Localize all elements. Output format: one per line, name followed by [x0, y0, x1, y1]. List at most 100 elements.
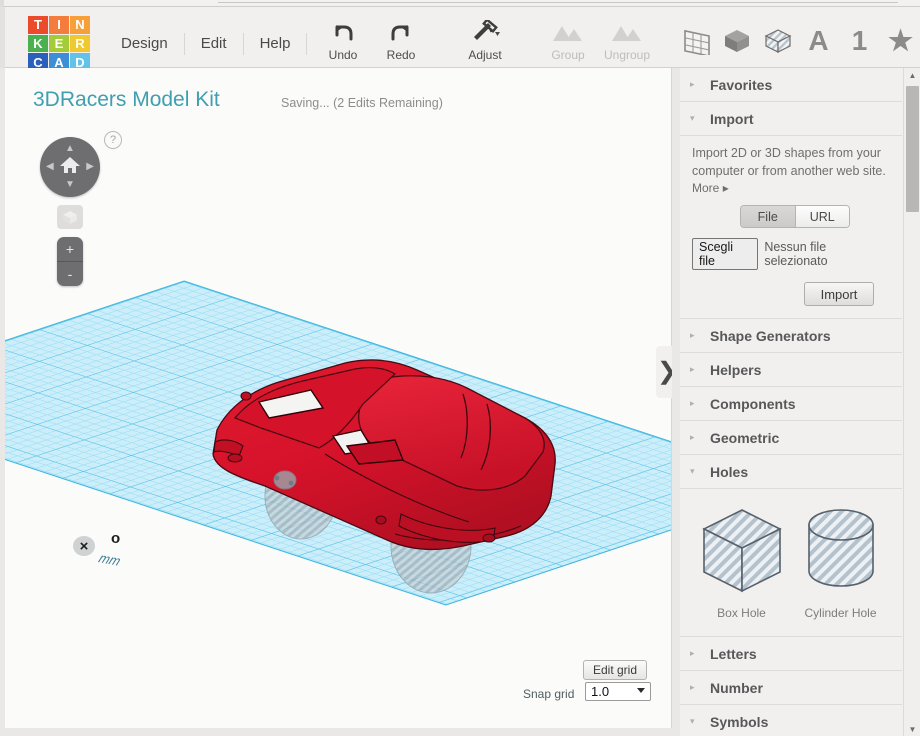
scrollbar-thumb[interactable]	[906, 86, 919, 212]
redo-label: Redo	[370, 48, 432, 62]
save-status: Saving... (2 Edits Remaining)	[281, 96, 443, 110]
origin-marker-icon: ×	[73, 536, 95, 556]
logo-tile-k: K	[28, 35, 48, 53]
zoom-in-button[interactable]: +	[57, 237, 83, 261]
shape-tile-cylinder-hole[interactable]: Cylinder Hole	[791, 505, 890, 620]
snap-grid-select[interactable]: 1.0	[585, 682, 651, 701]
import-button[interactable]: Import	[804, 282, 874, 306]
choose-file-button[interactable]: Scegli file	[692, 238, 758, 270]
letter-a-glyph: A	[808, 27, 828, 55]
scroll-up-arrow-icon[interactable]: ▲	[904, 68, 920, 82]
workplane-icon[interactable]	[680, 22, 711, 60]
zoom-out-button[interactable]: -	[57, 262, 83, 286]
units-label: mm	[96, 550, 123, 569]
chrome-separator	[218, 2, 898, 3]
fit-view-icon	[62, 210, 78, 225]
redo-button[interactable]: Redo	[370, 19, 432, 65]
undo-icon	[312, 19, 374, 45]
panel-section-shape-generators[interactable]: ▸ Shape Generators	[680, 319, 902, 353]
chevron-right-icon: ▸	[690, 331, 704, 340]
adjust-button[interactable]: Adjust	[454, 19, 516, 65]
number-one-icon[interactable]: 1	[844, 22, 875, 60]
browser-chrome-strip	[0, 0, 920, 7]
menu-separator	[306, 33, 307, 55]
undo-button[interactable]: Undo	[312, 19, 374, 65]
panel-scrollbar[interactable]: ▲ ▼	[903, 68, 920, 736]
panel-section-helpers[interactable]: ▸ Helpers	[680, 353, 902, 387]
scroll-down-arrow-icon[interactable]: ▼	[904, 722, 920, 736]
solid-box-icon[interactable]	[721, 22, 752, 60]
redo-icon	[370, 19, 432, 45]
shape-tile-box-hole[interactable]: Box Hole	[692, 505, 791, 620]
home-view-icon[interactable]	[59, 155, 81, 179]
import-more-link[interactable]: More ▸	[692, 181, 890, 195]
panel-section-title: Import	[710, 111, 754, 127]
panel-divider	[672, 68, 680, 736]
menu-item-design[interactable]: Design	[105, 31, 184, 57]
view-up-arrow-icon[interactable]: ▲	[65, 144, 75, 154]
panel-section-title: Shape Generators	[710, 328, 831, 344]
logo-tile-r: R	[70, 35, 90, 53]
help-button[interactable]: ?	[104, 131, 122, 149]
adjust-label: Adjust	[454, 48, 516, 62]
toolbar-left-edge	[0, 7, 5, 68]
undo-label: Undo	[312, 48, 374, 62]
panel-section-components[interactable]: ▸Components	[680, 387, 902, 421]
logo-tile-e: E	[49, 35, 69, 53]
star-icon[interactable]: ★	[885, 22, 916, 60]
origin-handle-icon[interactable]: o	[111, 531, 120, 546]
tinkercad-app: TINKERCAD DesignEditHelp Undo Redo	[0, 0, 920, 736]
group-icon	[537, 19, 599, 45]
design-canvas[interactable]: × o mm	[5, 68, 672, 728]
chevron-right-icon: ▸	[690, 365, 704, 374]
tinkercad-logo[interactable]: TINKERCAD	[28, 16, 90, 71]
panel-section-number[interactable]: ▸Number	[680, 671, 902, 705]
right-tool-icons: A 1 ★	[680, 19, 916, 63]
file-input-row: Scegli fileNessun file selezionato	[692, 238, 890, 270]
view-left-arrow-icon[interactable]: ◀	[46, 162, 54, 172]
panel-section-favorites[interactable]: ▸Favorites	[680, 68, 902, 102]
holes-section-body: Box HoleCylinder Hole	[680, 489, 902, 637]
logo-tile-i: I	[49, 16, 69, 34]
panel-section-import[interactable]: ▾Import	[680, 102, 902, 136]
hole-box-icon[interactable]	[762, 22, 793, 60]
import-tab-url[interactable]: URL	[795, 206, 850, 227]
view-navigation-cube[interactable]: ▲ ▼ ◀ ▶	[40, 137, 100, 197]
ungroup-button[interactable]: Ungroup	[596, 19, 658, 65]
adjust-icon	[454, 19, 516, 45]
snap-grid-value: 1.0	[591, 684, 609, 699]
chrome-edge	[0, 0, 4, 7]
view-right-arrow-icon[interactable]: ▶	[86, 162, 94, 172]
menu-item-edit[interactable]: Edit	[185, 31, 243, 57]
panel-section-title: Number	[710, 680, 763, 696]
panel-section-holes[interactable]: ▾ Holes	[680, 455, 902, 489]
letter-a-icon[interactable]: A	[803, 22, 834, 60]
import-tab-file[interactable]: File	[741, 206, 795, 227]
chevron-right-icon: ▸	[723, 181, 729, 195]
import-more-label: More	[692, 181, 719, 195]
import-description: Import 2D or 3D shapes from your compute…	[692, 144, 890, 180]
menu-item-help[interactable]: Help	[244, 31, 307, 57]
group-button[interactable]: Group	[537, 19, 599, 65]
edit-grid-button[interactable]: Edit grid	[583, 660, 647, 680]
panel-section-title: Components	[710, 396, 796, 412]
chevron-down-icon: ▾	[690, 467, 704, 476]
panel-section-title: Geometric	[710, 430, 779, 446]
panel-section-letters[interactable]: ▸Letters	[680, 637, 902, 671]
chevron-right-icon: ▸	[690, 649, 704, 658]
star-glyph: ★	[888, 27, 913, 55]
main-menu: DesignEditHelp	[105, 31, 307, 57]
panel-section-title: Holes	[710, 464, 748, 480]
panel-section-symbols[interactable]: ▾Symbols	[680, 705, 902, 736]
import-section-body: Import 2D or 3D shapes from your compute…	[680, 136, 902, 319]
car-model-3d[interactable]	[195, 346, 575, 601]
panel-section-title: Helpers	[710, 362, 761, 378]
chevron-down-icon: ▾	[690, 717, 704, 726]
page-title[interactable]: 3DRacers Model Kit	[33, 88, 220, 112]
top-toolbar: TINKERCAD DesignEditHelp Undo Redo	[0, 7, 920, 68]
panel-section-geometric[interactable]: ▸Geometric	[680, 421, 902, 455]
fit-to-view-button[interactable]	[57, 205, 83, 229]
panel-section-title: Favorites	[710, 77, 772, 93]
view-down-arrow-icon[interactable]: ▼	[65, 180, 75, 190]
import-source-toggle[interactable]: FileURL	[740, 205, 850, 228]
